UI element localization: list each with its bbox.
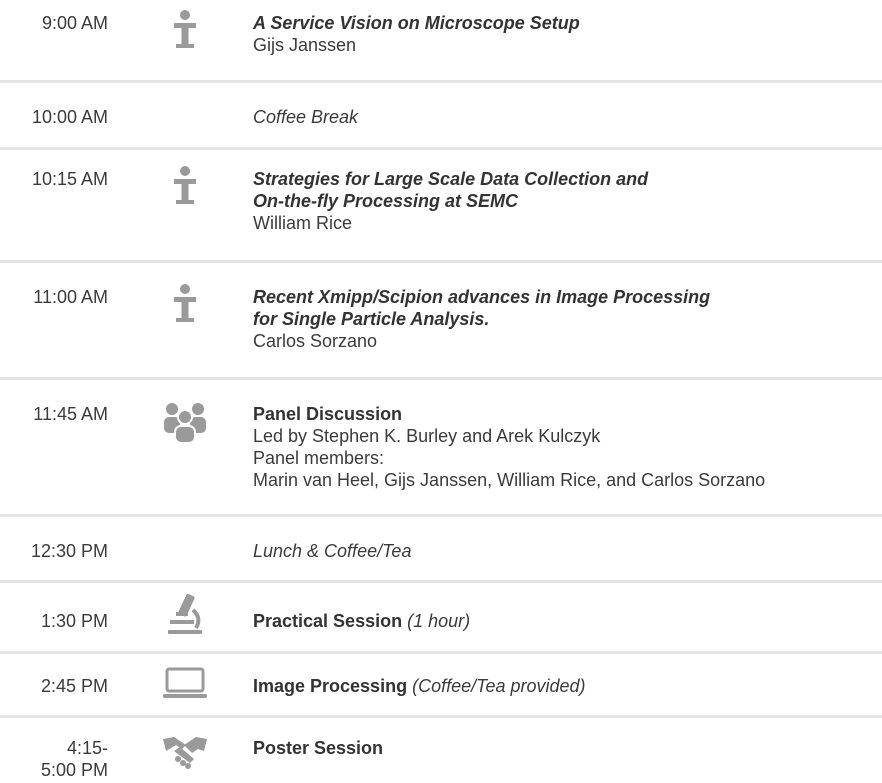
session-title-line2: for Single Particle Analysis. bbox=[253, 309, 490, 329]
panel-led-by: Led by Stephen K. Burley and Arek Kulczy… bbox=[253, 426, 601, 446]
break-label: Coffee Break bbox=[253, 107, 359, 127]
podium-icon bbox=[160, 164, 210, 210]
row-divider bbox=[0, 377, 882, 380]
row-divider bbox=[0, 260, 882, 263]
podium-icon bbox=[160, 282, 210, 328]
session-title: Panel Discussion bbox=[253, 404, 403, 424]
session-time: 9:00 AM bbox=[41, 13, 108, 33]
row-divider bbox=[0, 80, 882, 83]
row-divider bbox=[0, 651, 882, 654]
laptop-icon bbox=[160, 663, 210, 709]
panel-members-label: Panel members: bbox=[253, 448, 385, 468]
row-divider bbox=[0, 147, 882, 150]
podium-icon bbox=[160, 8, 210, 54]
session-time: 10:00 AM bbox=[31, 107, 108, 127]
session-speaker: Carlos Sorzano bbox=[253, 331, 378, 351]
session-time: 1:30 PM bbox=[40, 611, 108, 631]
session-speaker: Gijs Janssen bbox=[253, 35, 357, 55]
session-title-line2: On-the-fly Processing at SEMC bbox=[253, 191, 519, 211]
session-time: 4:15- 5:00 PM bbox=[40, 738, 108, 780]
session-title: A Service Vision on Microscope Setup bbox=[253, 13, 580, 33]
row-divider bbox=[0, 715, 882, 718]
group-icon bbox=[160, 398, 210, 444]
break-label: Lunch & Coffee/Tea bbox=[253, 541, 412, 561]
session-speaker: William Rice bbox=[253, 213, 352, 233]
row-divider bbox=[0, 580, 882, 583]
session-title: Image Processing bbox=[253, 676, 408, 696]
session-time: 10:15 AM bbox=[31, 169, 108, 189]
session-time: 11:00 AM bbox=[33, 287, 108, 307]
session-time: 12:30 PM bbox=[30, 541, 108, 561]
session-title: Poster Session bbox=[253, 738, 384, 758]
handshake-icon bbox=[160, 729, 210, 775]
session-time: 2:45 PM bbox=[40, 676, 108, 696]
session-time: 11:45 AM bbox=[33, 404, 108, 424]
session-note: (Coffee/Tea provided) bbox=[412, 676, 586, 696]
session-title: Recent Xmipp/Scipion advances in Image P… bbox=[253, 287, 711, 307]
session-note: (1 hour) bbox=[407, 611, 471, 631]
microscope-icon bbox=[160, 590, 210, 636]
session-title: Strategies for Large Scale Data Collecti… bbox=[253, 169, 649, 189]
session-title: Practical Session bbox=[253, 611, 403, 631]
row-divider bbox=[0, 514, 882, 517]
panel-members: Marin van Heel, Gijs Janssen, William Ri… bbox=[253, 470, 766, 490]
